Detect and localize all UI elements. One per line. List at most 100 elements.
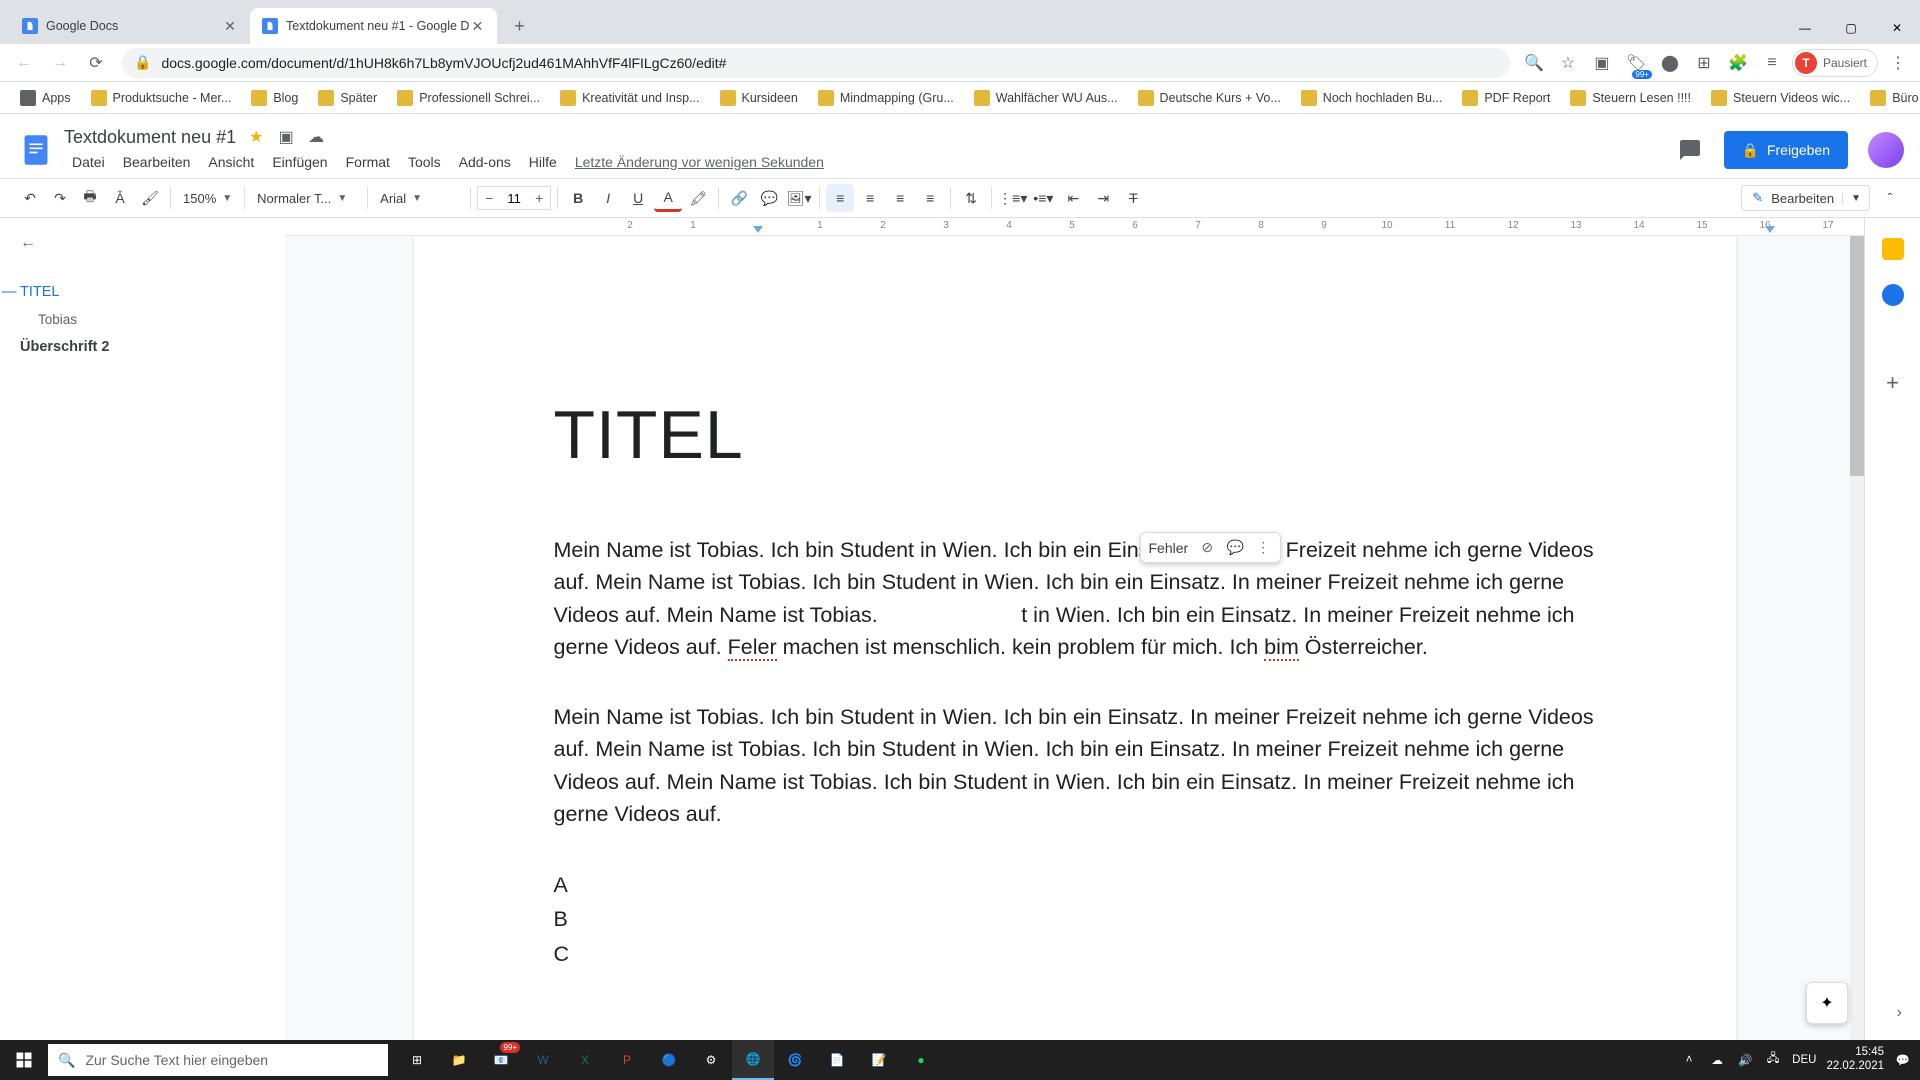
document-title[interactable]: Textdokument neu #1 [64,127,236,148]
language-indicator[interactable]: DEU [1792,1054,1816,1066]
align-justify-button[interactable]: ≡ [916,184,944,212]
increase-font-button[interactable]: + [528,190,550,206]
bookmark-item[interactable]: Noch hochladen Bu... [1293,86,1451,110]
insert-comment-button[interactable]: 💬 [755,184,783,212]
menu-bearbeiten[interactable]: Bearbeiten [115,150,199,174]
explore-button[interactable]: ✦ [1806,982,1848,1024]
bookmark-item[interactable]: PDF Report [1454,86,1558,110]
bulleted-list-button[interactable]: •≡▾ [1029,184,1057,212]
tray-chevron-icon[interactable]: ˄ [1680,1051,1698,1069]
align-left-button[interactable]: ≡ [826,184,854,212]
bookmark-item[interactable]: Später [310,86,385,110]
indent-marker-right[interactable] [1765,226,1775,233]
bookmark-item[interactable]: Professionell Schrei... [389,86,548,110]
minimize-button[interactable]: — [1782,12,1828,44]
document-scroll-area[interactable]: 21 123456789101112131415161718 TITEL Mei… [285,218,1864,1040]
outline-item-ueberschrift2[interactable]: Überschrift 2 [20,333,265,361]
paint-format-button[interactable]: 🖌 [136,184,164,212]
edge-icon[interactable]: 🌀 [774,1040,816,1080]
system-clock[interactable]: 15:45 22.02.2021 [1826,1046,1884,1074]
network-icon[interactable]: 🖧 [1764,1051,1782,1069]
maximize-button[interactable]: ▢ [1828,12,1874,44]
zoom-icon[interactable]: 🔍 [1520,49,1548,77]
excel-icon[interactable]: X [564,1040,606,1080]
extension-badge-icon[interactable]: 🏷99+ [1622,49,1650,77]
notifications-icon[interactable]: 💬 [1894,1051,1912,1069]
bookmark-star-icon[interactable]: ☆ [1554,49,1582,77]
bookmark-item[interactable]: Wahlfächer WU Aus... [966,86,1126,110]
file-explorer-icon[interactable]: 📁 [438,1040,480,1080]
outline-item-tobias[interactable]: Tobias [20,306,265,333]
bookmark-item[interactable]: Kursideen [712,86,806,110]
align-center-button[interactable]: ≡ [856,184,884,212]
browser-tab-active[interactable]: Textdokument neu #1 - Google D ✕ [250,8,497,44]
extensions-icon[interactable]: 🧩 [1724,49,1752,77]
forward-button[interactable]: → [44,47,76,79]
new-tab-button[interactable]: + [505,12,533,40]
spellcheck-suggestion[interactable]: Fehler [1149,540,1189,556]
undo-button[interactable]: ↶ [16,184,44,212]
bookmark-item[interactable]: Mindmapping (Gru... [810,86,962,110]
bookmark-item[interactable]: Kreativität und Insp... [552,86,707,110]
word-icon[interactable]: W [522,1040,564,1080]
document-page[interactable]: TITEL Mein Name ist Tobias. Ich bin Stud… [414,236,1736,1040]
powerpoint-icon[interactable]: P [606,1040,648,1080]
last-edit-link[interactable]: Letzte Änderung vor wenigen Sekunden [567,150,832,174]
horizontal-ruler[interactable]: 21 123456789101112131415161718 [285,218,1864,236]
feedback-icon[interactable]: 💬 [1226,539,1244,556]
reload-button[interactable]: ⟳ [80,47,112,79]
docs-logo[interactable] [16,130,56,170]
obs-icon[interactable]: ⚙ [690,1040,732,1080]
increase-indent-button[interactable]: ⇥ [1089,184,1117,212]
dismiss-suggestion-icon[interactable]: ⊘ [1198,539,1216,556]
tasks-icon[interactable] [1882,284,1904,306]
print-button[interactable]: 🖶 [76,184,104,212]
italic-button[interactable]: I [594,184,622,212]
chrome-icon[interactable]: 🌐 [732,1040,774,1080]
editing-mode-select[interactable]: ✎ Bearbeiten ▼ [1741,185,1870,211]
decrease-indent-button[interactable]: ⇤ [1059,184,1087,212]
font-size-stepper[interactable]: − 11 + [477,186,551,210]
cloud-status-icon[interactable]: ☁ [306,127,326,147]
indent-marker-left[interactable] [753,226,763,233]
outline-item-titel[interactable]: TITEL [20,278,265,306]
bookmark-item[interactable]: Steuern Videos wic... [1703,86,1858,110]
globe-icon[interactable]: ⬤ [1656,49,1684,77]
zoom-select[interactable]: 150%▼ [177,185,238,211]
insert-link-button[interactable]: 🔗 [725,184,753,212]
share-button[interactable]: 🔒 Freigeben [1724,131,1848,169]
onedrive-icon[interactable]: ☁ [1708,1051,1726,1069]
bookmark-item[interactable]: Deutsche Kurs + Vo... [1130,86,1289,110]
bookmark-item[interactable]: Blog [243,86,306,110]
profile-paused-pill[interactable]: T Pausiert [1792,49,1878,77]
highlight-button[interactable]: 🖍 [684,184,712,212]
text-color-button[interactable]: A [654,184,682,212]
menu-einfuegen[interactable]: Einfügen [264,150,335,174]
paragraph-1[interactable]: Mein Name ist Tobias. Ich bin Student in… [554,534,1596,663]
align-right-button[interactable]: ≡ [886,184,914,212]
browser-tab[interactable]: Google Docs ✕ [10,8,250,44]
heading-titel[interactable]: TITEL [554,396,1596,474]
more-options-icon[interactable]: ⋮ [1254,539,1272,556]
spotify-icon[interactable]: ● [900,1040,942,1080]
list-item[interactable]: A [554,868,1596,902]
list-item[interactable]: B [554,902,1596,936]
line-spacing-button[interactable]: ⇅ [957,184,985,212]
account-avatar[interactable] [1868,132,1904,168]
keep-icon[interactable] [1882,238,1904,260]
numbered-list-button[interactable]: ⋮≡▾ [998,184,1027,212]
notepad-icon[interactable]: 📝 [858,1040,900,1080]
menu-hilfe[interactable]: Hilfe [521,150,565,174]
taskbar-search[interactable]: 🔍 Zur Suche Text hier eingeben [48,1044,388,1076]
scrollbar-thumb[interactable] [1850,236,1864,476]
font-size-value[interactable]: 11 [500,191,528,206]
mail-icon[interactable]: 📧99+ [480,1040,522,1080]
chrome-menu-icon[interactable]: ⋮ [1884,49,1912,77]
close-window-button[interactable]: ✕ [1874,12,1920,44]
redo-button[interactable]: ↷ [46,184,74,212]
menu-addons[interactable]: Add-ons [451,150,519,174]
task-view-icon[interactable]: ⊞ [396,1040,438,1080]
outline-back-button[interactable]: ← [20,234,44,258]
app-icon[interactable]: 🔵 [648,1040,690,1080]
star-icon[interactable]: ★ [246,127,266,147]
